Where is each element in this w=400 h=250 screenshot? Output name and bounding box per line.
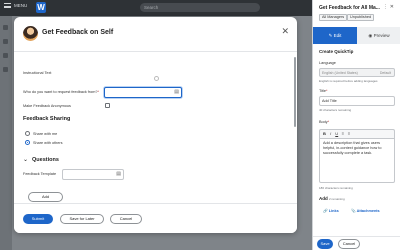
bold-button[interactable]: B bbox=[322, 130, 327, 138]
share-with-others-label: Share with others bbox=[33, 141, 63, 145]
italic-button[interactable]: I bbox=[328, 130, 333, 138]
title-label: Title* bbox=[319, 89, 328, 93]
required-mark: * bbox=[97, 90, 99, 94]
modal-footer: Submit Save for Later Cancel bbox=[14, 203, 297, 233]
create-quicktip-heading: Create QuickTip bbox=[319, 49, 354, 54]
cancel-button[interactable]: Cancel bbox=[338, 239, 360, 249]
modal-header: Get Feedback on Self ✕ bbox=[14, 17, 297, 51]
hamburger-icon bbox=[4, 3, 11, 8]
anonymous-checkbox[interactable] bbox=[105, 103, 110, 108]
menu-button[interactable]: MENU bbox=[4, 3, 27, 8]
required-mark: * bbox=[327, 120, 330, 124]
tab-edit-label: Edit bbox=[333, 33, 342, 38]
required-mark: * bbox=[326, 89, 328, 93]
close-icon[interactable]: ✕ bbox=[281, 26, 289, 37]
global-search-input[interactable]: Search bbox=[140, 3, 260, 12]
left-rail bbox=[0, 16, 12, 250]
attachments-button[interactable]: 📎 Attachments bbox=[351, 208, 380, 213]
search-placeholder: Search bbox=[144, 5, 159, 10]
scrollbar-thumb[interactable] bbox=[294, 57, 296, 127]
language-select[interactable]: English (United States) Default bbox=[319, 68, 395, 77]
numbered-list-button[interactable]: ≡ bbox=[347, 130, 352, 138]
who-label-text: Who do you want to request feedback from… bbox=[23, 90, 98, 94]
rail-icon[interactable] bbox=[3, 39, 8, 44]
attachment-icon: 📎 bbox=[351, 209, 356, 213]
feedback-template-label: Feedback Template bbox=[23, 172, 57, 176]
panel-tabs: ✎ Edit ◉ Preview bbox=[313, 27, 400, 44]
share-with-me-radio[interactable] bbox=[25, 131, 30, 136]
feedback-template-input[interactable]: ▤ bbox=[62, 169, 124, 180]
questions-heading: Questions bbox=[32, 157, 59, 163]
eye-icon: ◉ bbox=[368, 33, 373, 38]
body-editor[interactable]: Add a description that gives users helpf… bbox=[319, 138, 395, 183]
link-icon: 🔗 bbox=[323, 209, 328, 213]
feedback-from-input[interactable]: ▤ bbox=[104, 87, 182, 98]
close-icon[interactable]: ✕ bbox=[390, 4, 396, 10]
links-label: Links bbox=[328, 209, 339, 213]
panel-title: Get Feedback for All Ma... bbox=[319, 5, 380, 11]
share-with-me-label: Share with me bbox=[33, 132, 58, 136]
add-counter: 2 remaining bbox=[329, 197, 345, 201]
who-label: Who do you want to request feedback from… bbox=[23, 90, 99, 94]
submit-button[interactable]: Submit bbox=[23, 214, 53, 224]
rich-text-toolbar: B I U ≡ ≡ bbox=[319, 129, 395, 138]
title-input[interactable]: Add Title bbox=[319, 96, 395, 106]
audience-tag: All Managers bbox=[319, 14, 348, 21]
links-button[interactable]: 🔗 Links bbox=[323, 208, 339, 213]
language-value: English (United States) bbox=[322, 71, 358, 75]
quicktip-panel: Get Feedback for All Ma... ⋮✕ All Manage… bbox=[312, 0, 400, 250]
add-heading: Add bbox=[319, 196, 328, 201]
panel-footer: Save Cancel bbox=[313, 236, 400, 250]
cancel-button[interactable]: Cancel bbox=[110, 214, 142, 224]
language-default: Default bbox=[379, 71, 391, 75]
tab-preview[interactable]: ◉ Preview bbox=[357, 27, 400, 44]
bullet-list-button[interactable]: ≡ bbox=[340, 130, 345, 138]
share-with-others-radio[interactable] bbox=[25, 140, 30, 145]
add-button[interactable]: Add bbox=[28, 192, 63, 202]
collapse-chevron-icon[interactable]: ⌄ bbox=[23, 156, 28, 163]
language-label: Language bbox=[319, 61, 336, 65]
pencil-icon: ✎ bbox=[328, 33, 333, 38]
title-label-text: Title bbox=[319, 89, 327, 93]
panel-actions: ⋮✕ bbox=[383, 4, 396, 10]
list-icon[interactable]: ▤ bbox=[174, 89, 179, 95]
modal-title: Get Feedback on Self bbox=[42, 29, 114, 36]
status-badge: Unpublished bbox=[347, 14, 375, 21]
body-label: Body* bbox=[319, 120, 329, 124]
rail-icon[interactable] bbox=[3, 25, 8, 30]
feedback-modal: Get Feedback on Self ✕ Instructional Tex… bbox=[14, 17, 297, 233]
instructional-text-label: Instructional Text bbox=[23, 71, 52, 75]
underline-button[interactable]: U bbox=[334, 130, 339, 138]
feedback-sharing-heading: Feedback Sharing bbox=[23, 116, 71, 122]
rail-icon[interactable] bbox=[3, 53, 8, 58]
user-avatar bbox=[23, 26, 38, 41]
save-button[interactable]: Save bbox=[317, 239, 333, 249]
tab-edit[interactable]: ✎ Edit bbox=[313, 27, 357, 44]
language-note: English is required before adding langua… bbox=[319, 79, 378, 83]
title-counter: 40 characters remaining bbox=[319, 108, 352, 112]
anonymous-label: Make Feedback Anonymous bbox=[23, 104, 71, 108]
rail-icon[interactable] bbox=[3, 67, 8, 72]
more-icon[interactable]: ⋮ bbox=[383, 4, 390, 10]
loading-spinner-icon bbox=[154, 76, 159, 81]
tab-preview-label: Preview bbox=[373, 33, 390, 38]
app-logo[interactable]: W bbox=[36, 2, 46, 13]
menu-label: MENU bbox=[14, 3, 28, 8]
body-label-text: Body bbox=[319, 120, 328, 124]
body-counter: 186 characters remaining bbox=[319, 186, 353, 190]
modal-body: Instructional Text Who do you want to re… bbox=[14, 52, 297, 203]
save-for-later-button[interactable]: Save for Later bbox=[60, 214, 104, 224]
attachments-label: Attachments bbox=[356, 209, 380, 213]
list-icon[interactable]: ▤ bbox=[116, 171, 121, 177]
app-top-bar: MENU W Search bbox=[0, 0, 312, 16]
